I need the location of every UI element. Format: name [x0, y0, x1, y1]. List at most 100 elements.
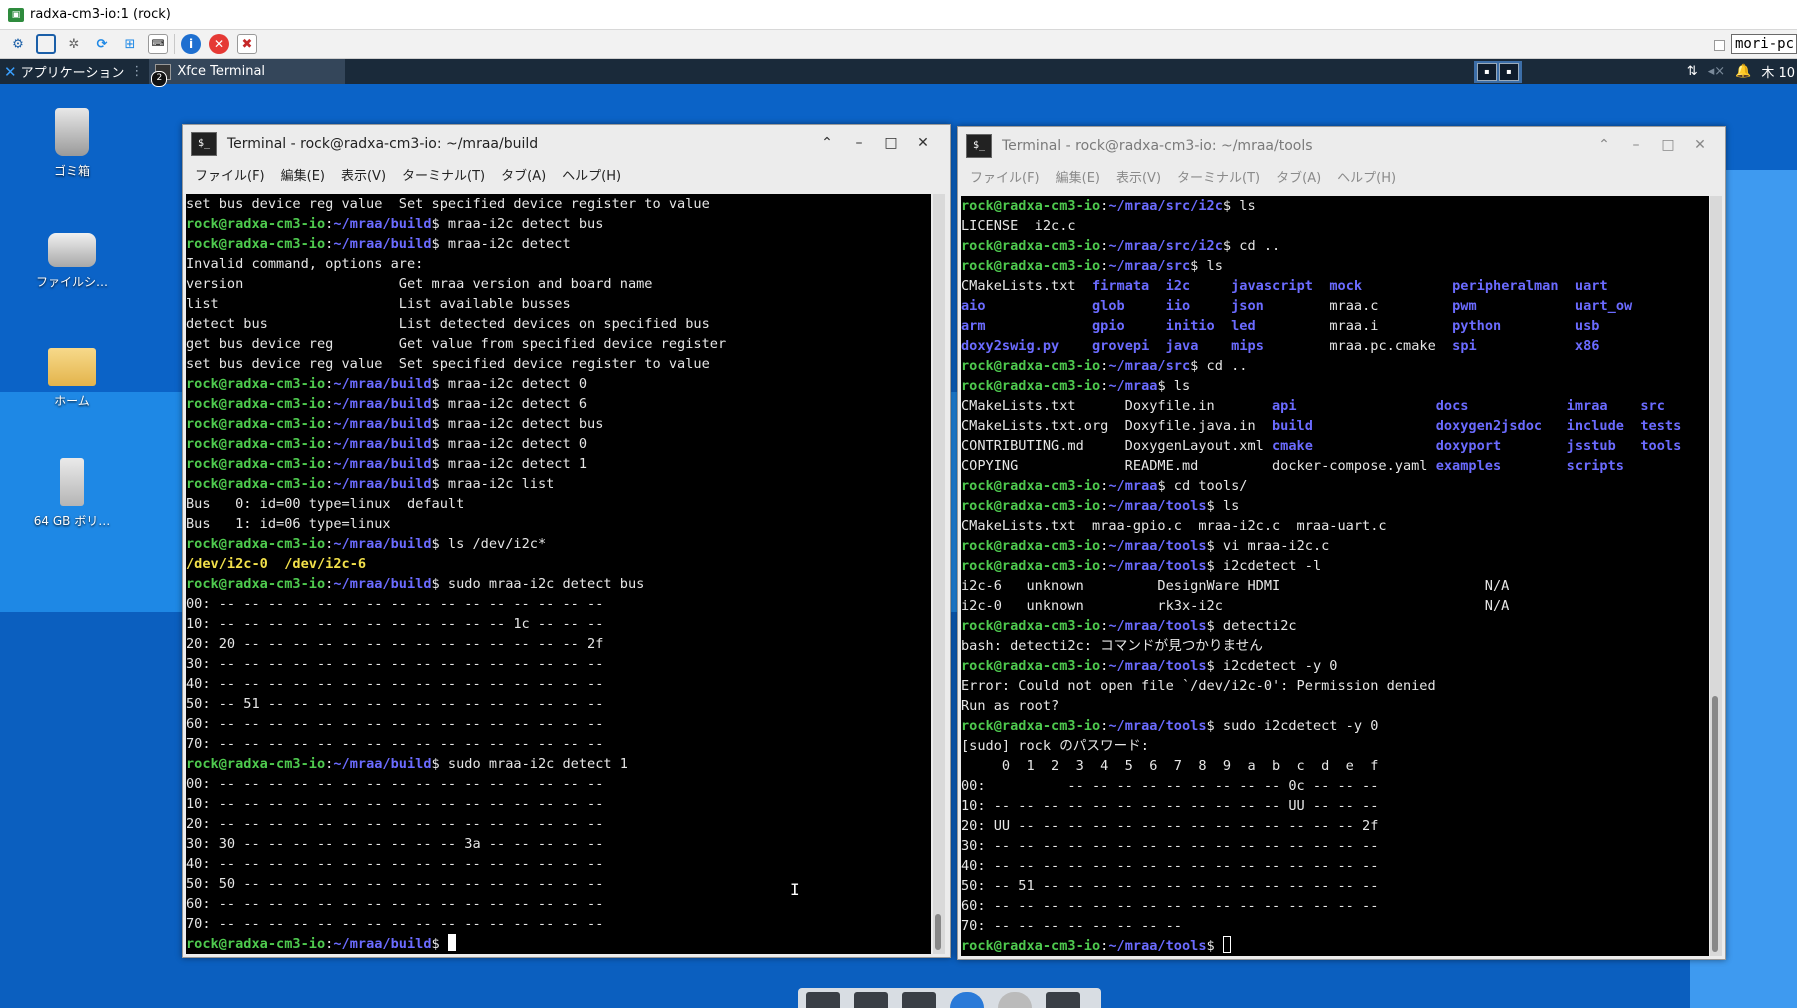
menu-terminal[interactable]: ターミナル(T)	[1177, 167, 1260, 186]
fullscreen-icon[interactable]	[36, 34, 56, 54]
volume-icon[interactable]: ◂×	[1708, 64, 1725, 79]
network-icon[interactable]: ⇅	[1687, 64, 1698, 79]
scrollbar-thumb[interactable]	[935, 914, 941, 950]
menu-terminal[interactable]: ターミナル(T)	[402, 165, 485, 184]
menu-edit[interactable]: 編集(E)	[281, 165, 325, 184]
host-field[interactable]: mori-pc	[1731, 34, 1797, 54]
terminal-text: $ cd ..	[1190, 358, 1248, 374]
desktop-icon-trash[interactable]: ゴミ箱	[22, 108, 122, 179]
terminal-line: 70: -- -- -- -- -- -- -- -- -- -- -- -- …	[186, 914, 931, 934]
workspace-switcher[interactable]: ▪ ▪	[1474, 61, 1522, 83]
desktop-icon-home[interactable]: ホーム	[22, 342, 122, 409]
dock-browser-icon[interactable]	[950, 992, 984, 1008]
terminal-text: 60: -- -- -- -- -- -- -- -- -- -- -- -- …	[186, 716, 604, 732]
clock[interactable]: 木 10	[1761, 62, 1795, 81]
terminal-line: rock@radxa-cm3-io:~/mraa/build$ mraa-i2c…	[186, 214, 931, 234]
terminal-line: rock@radxa-cm3-io:~/mraa/build$ mraa-i2c…	[186, 414, 931, 434]
terminal-line: rock@radxa-cm3-io:~/mraa/tools$ vi mraa-…	[961, 536, 1709, 556]
scrollbar-thumb[interactable]	[1712, 696, 1718, 952]
close-icon[interactable]: ✕	[1692, 137, 1708, 153]
prompt-path: aio	[961, 298, 986, 314]
prompt-path: initio	[1165, 318, 1215, 334]
terminal-line: 50: -- 51 -- -- -- -- -- -- -- -- -- -- …	[186, 694, 931, 714]
disconnect-icon[interactable]: ✖	[237, 34, 257, 54]
terminal-output[interactable]: rock@radxa-cm3-io:~/mraa/src/i2c$ ls LICE…	[961, 196, 1709, 956]
minimize-icon[interactable]: –	[851, 135, 867, 151]
terminal-line: rock@radxa-cm3-io:~/mraa/build$ ls /dev/…	[186, 534, 931, 554]
terminal-text: $ ls	[1190, 258, 1223, 274]
terminal-text: $ sudo i2cdetect -y 0	[1206, 718, 1379, 734]
applications-menu-label: アプリケーション	[20, 66, 125, 81]
prompt-user: rock@radxa-cm3-io	[186, 216, 326, 232]
workspace-2[interactable]: ▪	[1499, 63, 1519, 81]
window-title: Terminal - rock@radxa-cm3-io: ~/mraa/too…	[1002, 138, 1313, 154]
prompt-path: doxy2swig.py	[961, 338, 1060, 354]
vnc-title-bar: ▣ radxa-cm3-io:1 (rock)	[0, 0, 1797, 30]
prompt-path: api	[1272, 398, 1297, 414]
terminal-output[interactable]: set bus device reg value Set specified d…	[186, 194, 931, 954]
terminal-line: 60: -- -- -- -- -- -- -- -- -- -- -- -- …	[961, 896, 1709, 916]
maximize-icon[interactable]: □	[883, 135, 899, 151]
menu-help[interactable]: ヘルプ(H)	[1337, 167, 1396, 186]
close-icon[interactable]: ✕	[915, 135, 931, 151]
terminal-window-build[interactable]: $_ Terminal - rock@radxa-cm3-io: ~/mraa/…	[182, 124, 951, 958]
notification-icon[interactable]: 🔔	[1735, 64, 1751, 79]
scrollbar[interactable]	[1710, 196, 1722, 956]
menu-view[interactable]: 表示(V)	[1116, 167, 1161, 186]
terminal-text: mraa.i	[1255, 318, 1453, 334]
terminal-text: $ sudo mraa-i2c detect bus	[431, 576, 645, 592]
menu-file[interactable]: ファイル(F)	[970, 167, 1040, 186]
applications-menu[interactable]: ✕ アプリケーション ⋮	[0, 59, 149, 84]
desktop-icon-usb[interactable]: 64 GB ボリ…	[22, 458, 122, 529]
dock-search-icon[interactable]	[998, 992, 1032, 1008]
taskbar-label: Xfce Terminal	[177, 64, 266, 79]
dock-terminal-icon[interactable]	[854, 992, 888, 1008]
terminal-line: 10: -- -- -- -- -- -- -- -- -- -- -- -- …	[186, 794, 931, 814]
maximize-icon[interactable]: □	[1660, 137, 1676, 153]
terminal-window-tools[interactable]: $_ Terminal - rock@radxa-cm3-io: ~/mraa/…	[957, 126, 1726, 960]
window-titlebar[interactable]: $_ Terminal - rock@radxa-cm3-io: ~/mraa/…	[958, 127, 1725, 165]
dock-file-manager-icon[interactable]	[902, 992, 936, 1008]
prompt-path: javascript	[1231, 278, 1313, 294]
terminal-text: COPYING README.md docker-compose.yaml	[961, 458, 1436, 474]
prompt-path: jsstub	[1566, 438, 1616, 454]
ctrl-alt-del-icon[interactable]: ⌨	[148, 34, 168, 54]
taskbar-button-xfce-terminal[interactable]: Xfce Terminal 2	[149, 59, 346, 87]
dock-folder-icon[interactable]	[1046, 992, 1080, 1008]
desktop-icon-filesystem[interactable]: ファイルシ…	[22, 225, 122, 290]
menu-tabs[interactable]: タブ(A)	[1276, 167, 1321, 186]
menu-view[interactable]: 表示(V)	[341, 165, 386, 184]
windows-key-icon[interactable]: ⊞	[120, 34, 140, 54]
window-titlebar[interactable]: $_ Terminal - rock@radxa-cm3-io: ~/mraa/…	[183, 125, 950, 163]
prompt-path: ~/mraa/build	[333, 936, 432, 952]
minimize-icon[interactable]: –	[1628, 137, 1644, 153]
close-connection-icon[interactable]: ✕	[209, 34, 229, 54]
terminal-text: Invalid command, options are:	[186, 256, 424, 272]
scrollbar[interactable]	[933, 194, 945, 954]
terminal-text: CMakeLists.txt mraa-gpio.c mraa-i2c.c mr…	[961, 518, 1387, 534]
terminal-text: $ ls /dev/i2c*	[431, 536, 547, 552]
shade-icon[interactable]: ⌃	[1596, 137, 1612, 153]
menu-help[interactable]: ヘルプ(H)	[562, 165, 621, 184]
options-icon[interactable]: ⚙	[8, 34, 28, 54]
menu-tabs[interactable]: タブ(A)	[501, 165, 546, 184]
menu-file[interactable]: ファイル(F)	[195, 165, 265, 184]
terminal-line: set bus device reg value Set specified d…	[186, 354, 931, 374]
terminal-line: rock@radxa-cm3-io:~/mraa$ ls	[961, 376, 1709, 396]
host-checkbox[interactable]	[1714, 40, 1725, 51]
prompt-user: rock@radxa-cm3-io	[186, 476, 326, 492]
shade-icon[interactable]: ⌃	[819, 135, 835, 151]
prompt-path: scripts	[1566, 458, 1624, 474]
workspace-1[interactable]: ▪	[1477, 63, 1497, 81]
menu-edit[interactable]: 編集(E)	[1056, 167, 1100, 186]
refresh-icon[interactable]: ⟳	[92, 34, 112, 54]
terminal-line: rock@radxa-cm3-io:~/mraa/src/i2c$ cd ..	[961, 236, 1709, 256]
terminal-line: doxy2swig.py grovepi java mips mraa.pc.c…	[961, 336, 1709, 356]
terminal-line: i2c-6 unknown DesignWare HDMI N/A	[961, 576, 1709, 596]
settings-icon[interactable]: ✲	[64, 34, 84, 54]
dock-show-desktop-icon[interactable]	[806, 992, 840, 1008]
info-icon[interactable]: i	[181, 34, 201, 54]
prompt-path: ~/mraa/build	[333, 456, 432, 472]
